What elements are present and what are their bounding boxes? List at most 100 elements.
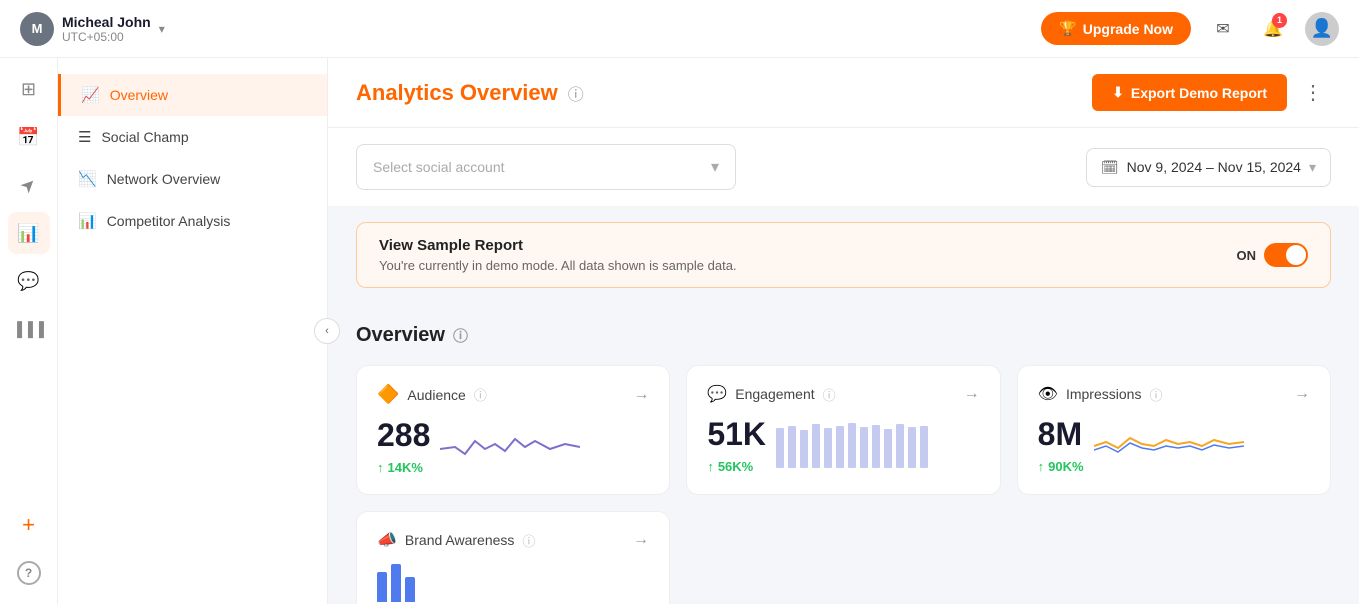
controls-row: Select social account ▾ 🗓 Nov 9, 2024 – … [328, 128, 1359, 206]
user-profile-dropdown[interactable]: M Micheal John UTC+05:00 ▾ [20, 12, 165, 46]
select-placeholder: Select social account [373, 159, 505, 175]
bottom-cards-row: 📣 Brand Awareness ⓘ → [356, 511, 1331, 604]
send-icon: ➤ [16, 172, 42, 198]
demo-banner-title: View Sample Report [379, 237, 737, 254]
audience-value: 288 [377, 417, 430, 454]
date-range-picker[interactable]: 🗓 Nov 9, 2024 – Nov 15, 2024 ▾ [1086, 148, 1331, 187]
profile-avatar[interactable]: 👤 [1305, 12, 1339, 46]
user-name: Micheal John [62, 14, 151, 30]
bar-1 [377, 572, 387, 602]
date-chevron-icon: ▾ [1309, 159, 1316, 176]
nav-label-competitor-analysis: Competitor Analysis [107, 213, 231, 229]
brand-awareness-title: Brand Awareness [405, 532, 514, 548]
export-demo-report-button[interactable]: ⬇ Export Demo Report [1092, 74, 1287, 111]
audience-arrow-icon[interactable]: → [633, 386, 649, 404]
demo-mode-banner: View Sample Report You're currently in d… [356, 222, 1331, 288]
engagement-arrow-icon[interactable]: → [964, 385, 980, 403]
trophy-icon: 🏆 [1059, 20, 1076, 37]
impressions-sparkline [1094, 418, 1310, 473]
impressions-card: 👁 Impressions ⓘ → 8M ↑ 90K% [1017, 365, 1331, 495]
nav-item-competitor-analysis[interactable]: 📊 Competitor Analysis [58, 200, 327, 242]
calendar-picker-icon: 🗓 [1101, 159, 1119, 176]
impressions-change: ↑ 90K% [1038, 459, 1084, 474]
audience-card-title: Audience [407, 387, 465, 403]
main-content: Analytics Overview ⓘ ⬇ Export Demo Repor… [328, 58, 1359, 604]
chevron-down-icon: ▾ [159, 22, 165, 36]
collapse-sidebar-button[interactable]: ‹ [314, 318, 340, 344]
nav-icon-audio[interactable]: ▐▐▐ [8, 308, 50, 350]
messages-button[interactable]: ✉ [1205, 11, 1241, 47]
overview-section: Overview ⓘ 🔶 Audience ⓘ → [328, 304, 1359, 604]
notifications-button[interactable]: 🔔 1 [1255, 11, 1291, 47]
calendar-icon: 📅 [17, 127, 39, 148]
message-icon: ✉ [1216, 19, 1229, 39]
social-account-select[interactable]: Select social account ▾ [356, 144, 736, 190]
bar-2 [391, 564, 401, 602]
overview-info-icon[interactable]: ⓘ [453, 325, 468, 346]
engagement-card: 💬 Engagement ⓘ → 51K ↑ 56K% [686, 365, 1000, 495]
add-button[interactable]: + [8, 504, 50, 546]
page-title: Analytics Overview [356, 80, 558, 106]
help-button[interactable]: ? [8, 552, 50, 594]
engagement-change-arrow: ↑ [707, 459, 714, 474]
audience-change-arrow: ↑ [377, 460, 384, 475]
avatar-image: 👤 [1311, 18, 1333, 39]
upgrade-button[interactable]: 🏆 Upgrade Now [1041, 12, 1191, 45]
nav-item-social-champ[interactable]: ☰ Social Champ [58, 116, 327, 158]
brand-awareness-arrow-icon[interactable]: → [633, 531, 649, 549]
engagement-card-title: Engagement [735, 386, 814, 402]
audience-change: ↑ 14K% [377, 460, 430, 475]
audience-sparkline [440, 419, 649, 474]
toggle-label: ON [1237, 248, 1257, 263]
impressions-arrow-icon[interactable]: → [1294, 385, 1310, 403]
impressions-info-icon[interactable]: ⓘ [1149, 385, 1162, 404]
user-timezone: UTC+05:00 [62, 30, 151, 44]
select-chevron-icon: ▾ [711, 157, 719, 177]
help-icon: ? [17, 561, 41, 585]
nav-icon-send[interactable]: ➤ [8, 164, 50, 206]
brand-awareness-icon: 📣 [377, 530, 397, 550]
metrics-cards-row: 🔶 Audience ⓘ → 288 ↑ 14K% [356, 365, 1331, 495]
impressions-card-title: Impressions [1066, 386, 1141, 402]
user-avatar: M [20, 12, 54, 46]
bar-3 [405, 577, 415, 602]
network-icon: 📉 [78, 170, 97, 188]
brand-awareness-info-icon[interactable]: ⓘ [522, 531, 535, 550]
nav-icon-analytics[interactable]: 📊 [8, 212, 50, 254]
impressions-change-arrow: ↑ [1038, 459, 1045, 474]
social-champ-icon: ☰ [78, 128, 91, 146]
demo-mode-toggle[interactable] [1264, 243, 1308, 267]
grid-icon: ⊞ [21, 79, 36, 100]
nav-icon-calendar[interactable]: 📅 [8, 116, 50, 158]
engagement-chart [776, 418, 980, 473]
toggle-knob [1286, 245, 1306, 265]
audience-info-icon[interactable]: ⓘ [474, 385, 487, 404]
date-range-value: Nov 9, 2024 – Nov 15, 2024 [1127, 159, 1301, 175]
nav-item-overview[interactable]: 📈 Overview [58, 74, 327, 116]
impressions-value: 8M [1038, 416, 1084, 453]
demo-banner-description: You're currently in demo mode. All data … [379, 258, 737, 273]
brand-awareness-card: 📣 Brand Awareness ⓘ → [356, 511, 670, 604]
engagement-change: ↑ 56K% [707, 459, 766, 474]
chat-icon: 💬 [17, 271, 39, 292]
nav-icon-grid[interactable]: ⊞ [8, 68, 50, 110]
engagement-info-icon[interactable]: ⓘ [823, 385, 836, 404]
nav-label-network-overview: Network Overview [107, 171, 221, 187]
nav-sidebar: 📈 Overview ☰ Social Champ 📉 Network Over… [58, 58, 328, 604]
nav-label-social-champ: Social Champ [101, 129, 188, 145]
nav-item-network-overview[interactable]: 📉 Network Overview [58, 158, 327, 200]
more-options-button[interactable]: ⋮ [1295, 76, 1331, 109]
audience-card-icon: 🔶 [377, 384, 399, 405]
engagement-value: 51K [707, 416, 766, 453]
competitor-icon: 📊 [78, 212, 97, 230]
bars-icon: ▐▐▐ [12, 321, 45, 337]
plus-icon: + [22, 512, 35, 538]
nav-icon-chat[interactable]: 💬 [8, 260, 50, 302]
audience-card: 🔶 Audience ⓘ → 288 ↑ 14K% [356, 365, 670, 495]
notification-badge: 1 [1272, 13, 1287, 28]
page-info-icon[interactable]: ⓘ [568, 81, 584, 105]
overview-icon: 📈 [81, 86, 100, 104]
engagement-card-icon: 💬 [707, 384, 727, 404]
icon-sidebar: ⊞ 📅 ➤ 📊 💬 ▐▐▐ + ? [0, 58, 58, 604]
content-header: Analytics Overview ⓘ ⬇ Export Demo Repor… [328, 58, 1359, 128]
